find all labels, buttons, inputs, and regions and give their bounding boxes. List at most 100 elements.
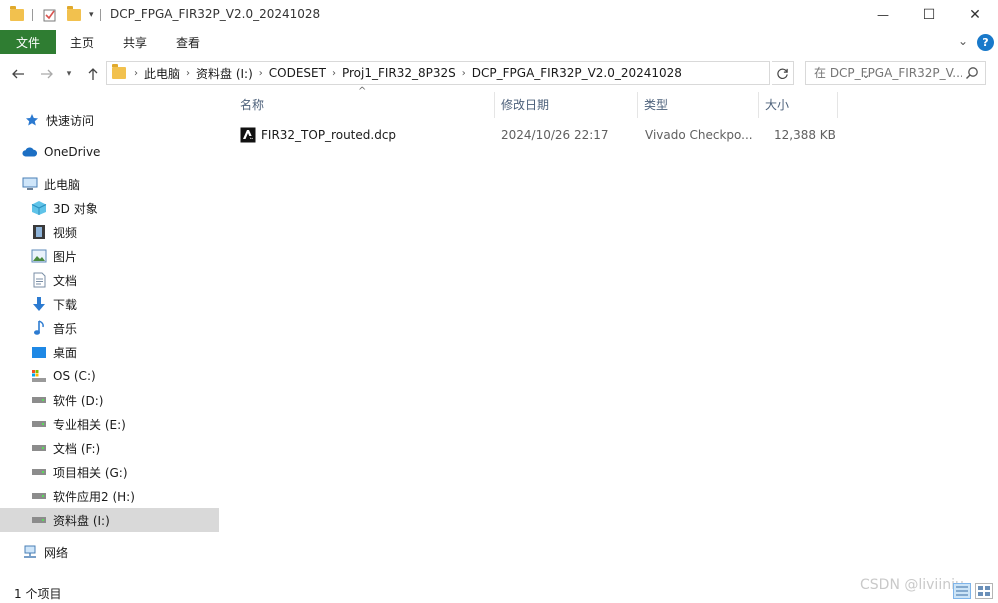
- breadcrumb-codeset[interactable]: CODESET: [265, 66, 330, 80]
- breadcrumb-this-pc[interactable]: 此电脑: [140, 65, 184, 82]
- picture-icon: [31, 248, 47, 264]
- sidebar-item-label: 此电脑: [44, 177, 81, 192]
- drive-icon: [31, 512, 47, 528]
- new-folder-icon[interactable]: [67, 6, 81, 21]
- sidebar-item-label: OS (C:): [53, 369, 96, 383]
- large-icons-view-button[interactable]: [975, 583, 993, 599]
- tab-view[interactable]: 查看: [176, 30, 200, 54]
- column-divider[interactable]: [758, 92, 759, 118]
- details-view-button[interactable]: [953, 583, 971, 599]
- forward-button[interactable]: [37, 64, 57, 84]
- sidebar-item-documents[interactable]: 文档: [0, 268, 219, 292]
- column-divider[interactable]: [837, 92, 838, 118]
- sidebar-item-videos[interactable]: 视频: [0, 220, 219, 244]
- customize-toolbar-icon[interactable]: ▾: [89, 10, 94, 20]
- title-bar: ▾ DCP_FPGA_FIR32P_V2.0_20241028 — ☐ ✕: [0, 0, 998, 30]
- quick-access-toolbar: ▾: [10, 6, 101, 24]
- close-icon: ✕: [969, 7, 981, 23]
- sidebar-item-desktop[interactable]: 桌面: [0, 340, 219, 364]
- sidebar-item-drive-c[interactable]: OS (C:): [0, 364, 219, 388]
- tab-file[interactable]: 文件: [0, 30, 56, 54]
- breadcrumb-separator-icon[interactable]: ›: [460, 68, 468, 79]
- close-button[interactable]: ✕: [952, 0, 998, 30]
- chevron-down-icon: ▾: [66, 69, 72, 79]
- sidebar-item-drive-g[interactable]: 项目相关 (G:): [0, 460, 219, 484]
- toolbar-divider: [32, 9, 33, 21]
- sidebar-item-label: 下载: [53, 297, 78, 312]
- ribbon: 文件 主页 共享 查看 ⌄ ?: [0, 30, 998, 56]
- column-header-name[interactable]: 名称: [240, 90, 494, 118]
- table-row[interactable]: FIR32_TOP_routed.dcp 2024/10/26 22:17 Vi…: [234, 124, 836, 146]
- drive-icon: [31, 488, 47, 504]
- item-count: 1 个项目: [14, 587, 62, 601]
- sidebar-item-label: 音乐: [53, 321, 78, 336]
- refresh-button[interactable]: [772, 61, 794, 85]
- document-icon: [31, 272, 47, 288]
- breadcrumb-proj1[interactable]: Proj1_FIR32_8P32S: [338, 66, 460, 80]
- search-box[interactable]: [805, 61, 986, 85]
- sidebar-item-label: 3D 对象: [53, 201, 98, 216]
- sidebar-item-label: 图片: [53, 249, 78, 264]
- properties-icon[interactable]: [43, 8, 57, 22]
- breadcrumb-drive-i[interactable]: 资料盘 (I:): [192, 65, 257, 82]
- breadcrumb-separator-icon[interactable]: ›: [132, 68, 140, 79]
- sidebar-item-pictures[interactable]: 图片: [0, 244, 219, 268]
- expand-ribbon-icon[interactable]: ⌄: [958, 34, 968, 48]
- folder-icon: [112, 64, 126, 79]
- search-input[interactable]: [814, 66, 962, 80]
- sidebar-item-drive-e[interactable]: 专业相关 (E:): [0, 412, 219, 436]
- drive-icon: [31, 392, 47, 408]
- sidebar-item-label: 快速访问: [46, 113, 95, 128]
- sidebar-item-music[interactable]: 音乐: [0, 316, 219, 340]
- drive-icon: [31, 464, 47, 480]
- address-bar[interactable]: › 此电脑 › 资料盘 (I:) › CODESET › Proj1_FIR32…: [106, 61, 871, 85]
- refresh-icon: [777, 68, 788, 79]
- folder-icon: [10, 6, 24, 21]
- help-icon[interactable]: ?: [977, 34, 994, 51]
- sidebar-item-label: 项目相关 (G:): [53, 465, 128, 480]
- navigation-pane: 快速访问 OneDrive 此电脑 3D 对象 视频 图片 文档 下载 音乐 桌…: [0, 100, 220, 570]
- maximize-button[interactable]: ☐: [906, 0, 952, 30]
- recent-locations-button[interactable]: ▾: [62, 64, 76, 84]
- up-arrow-icon: [88, 68, 98, 80]
- sidebar-item-label: 专业相关 (E:): [53, 417, 126, 432]
- breadcrumb-separator-icon[interactable]: ›: [330, 68, 338, 79]
- sidebar-item-network[interactable]: 网络: [0, 540, 219, 564]
- back-button[interactable]: [8, 64, 28, 84]
- sidebar-item-drive-h[interactable]: 软件应用2 (H:): [0, 484, 219, 508]
- column-divider[interactable]: [494, 92, 495, 118]
- tab-home[interactable]: 主页: [70, 30, 94, 54]
- breadcrumb-separator-icon[interactable]: ›: [257, 68, 265, 79]
- star-icon: [24, 112, 40, 128]
- sidebar-item-3d-objects[interactable]: 3D 对象: [0, 196, 219, 220]
- status-bar: 1 个项目: [0, 578, 998, 603]
- column-divider[interactable]: [637, 92, 638, 118]
- sidebar-item-onedrive[interactable]: OneDrive: [0, 140, 219, 164]
- large-icons-view-icon: [978, 586, 990, 596]
- sidebar-item-this-pc[interactable]: 此电脑: [0, 172, 219, 196]
- sidebar-item-drive-i[interactable]: 资料盘 (I:): [0, 508, 219, 532]
- column-header-type[interactable]: 类型: [644, 90, 758, 118]
- download-icon: [31, 296, 47, 312]
- breadcrumb-separator-icon[interactable]: ›: [184, 68, 192, 79]
- search-icon[interactable]: [965, 66, 979, 80]
- sidebar-item-drive-f[interactable]: 文档 (F:): [0, 436, 219, 460]
- music-icon: [31, 320, 47, 336]
- system-drive-icon: [31, 368, 47, 384]
- sidebar-item-label: 视频: [53, 225, 78, 240]
- film-icon: [31, 224, 47, 240]
- breadcrumb-current-folder[interactable]: DCP_FPGA_FIR32P_V2.0_20241028: [468, 66, 686, 80]
- minimize-button[interactable]: —: [860, 0, 906, 30]
- column-header-size[interactable]: 大小: [765, 90, 837, 118]
- sidebar-item-label: 桌面: [53, 345, 78, 360]
- column-header-modified[interactable]: 修改日期: [501, 90, 637, 118]
- file-type: Vivado Checkpo...: [645, 128, 753, 142]
- cube-icon: [31, 200, 47, 216]
- up-button[interactable]: [83, 64, 103, 84]
- sidebar-item-label: 资料盘 (I:): [53, 513, 110, 528]
- sidebar-item-label: 软件应用2 (H:): [53, 489, 135, 504]
- tab-share[interactable]: 共享: [123, 30, 147, 54]
- sidebar-item-quick-access[interactable]: 快速访问: [0, 108, 219, 132]
- sidebar-item-drive-d[interactable]: 软件 (D:): [0, 388, 219, 412]
- sidebar-item-downloads[interactable]: 下载: [0, 292, 219, 316]
